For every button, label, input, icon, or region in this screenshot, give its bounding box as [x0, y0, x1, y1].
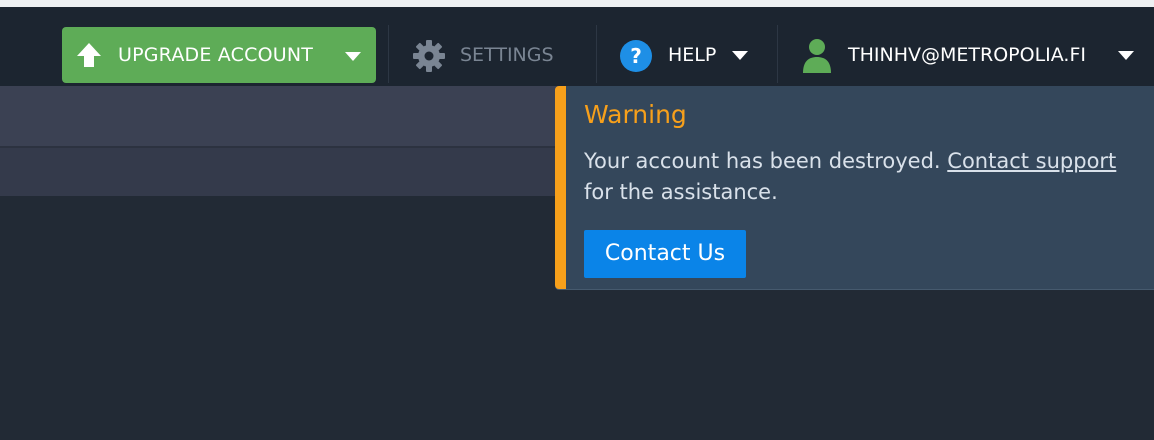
user-icon	[803, 39, 831, 73]
browser-top-strip	[0, 0, 1154, 7]
settings-label: SETTINGS	[460, 44, 554, 66]
divider	[388, 25, 389, 83]
help-label: HELP	[668, 44, 717, 66]
warning-message: Your account has been destroyed. Contact…	[584, 146, 1144, 208]
warning-message-suffix: for the assistance.	[584, 180, 778, 204]
toolbar-band	[0, 86, 560, 146]
divider	[777, 25, 778, 83]
upgrade-account-button[interactable]: UPGRADE ACCOUNT	[62, 27, 376, 83]
upgrade-account-label: UPGRADE ACCOUNT	[118, 44, 314, 66]
chevron-down-icon	[732, 51, 748, 60]
question-icon: ?	[620, 40, 652, 72]
contact-us-button[interactable]: Contact Us	[584, 230, 746, 278]
user-email: THINHV@METROPOLIA.FI	[848, 44, 1086, 66]
gear-icon	[413, 40, 445, 72]
warning-popup: Warning Your account has been destroyed.…	[555, 86, 1154, 289]
chevron-down-icon	[1118, 51, 1134, 60]
top-navbar: UPGRADE ACCOUNT SETTINGS ? HELP THINHV@M…	[0, 7, 1154, 86]
arrow-up-icon	[77, 43, 101, 67]
warning-message-prefix: Your account has been destroyed.	[584, 149, 941, 173]
divider	[596, 25, 597, 83]
subtoolbar-band	[0, 148, 560, 196]
warning-title: Warning	[584, 100, 687, 129]
contact-support-link[interactable]: Contact support	[947, 149, 1116, 173]
chevron-down-icon[interactable]	[345, 52, 361, 61]
